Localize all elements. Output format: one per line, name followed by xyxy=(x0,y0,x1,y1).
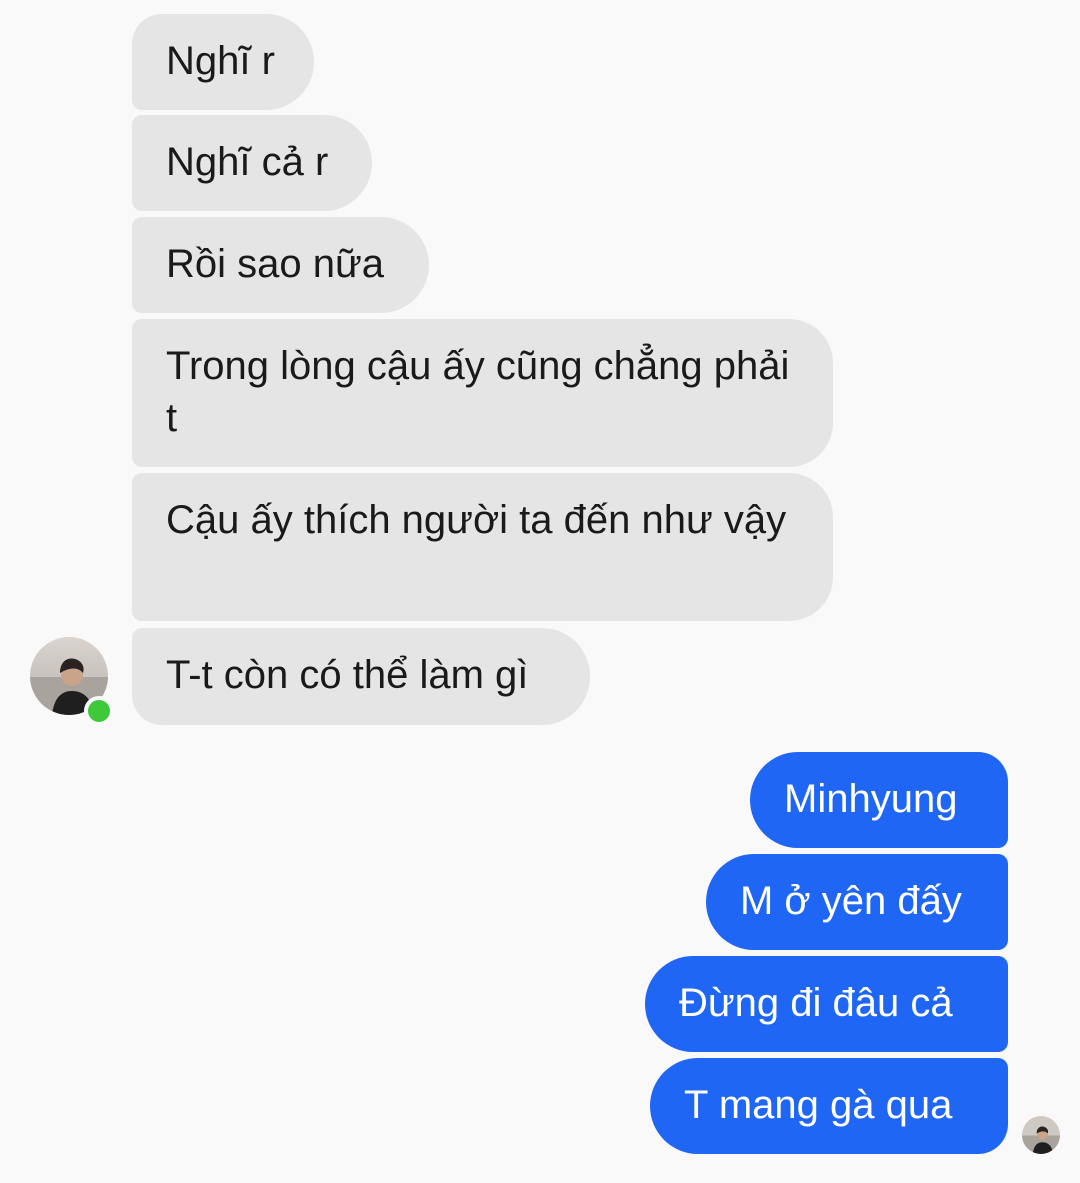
message-text: M ở yên đấy xyxy=(740,879,962,923)
message-text: Rồi sao nữa xyxy=(166,242,385,286)
received-message[interactable]: Trong lòng cậu ấy cũng chẳng phải t xyxy=(132,319,833,467)
sent-message[interactable]: Đừng đi đâu cả xyxy=(645,956,1008,1052)
message-text: Minhyung xyxy=(784,777,958,821)
message-text: Trong lòng cậu ấy cũng chẳng phải t xyxy=(166,344,790,440)
message-text: T mang gà qua xyxy=(684,1083,953,1127)
message-text: Đừng đi đâu cả xyxy=(679,981,953,1025)
message-text: Nghĩ cả r xyxy=(166,140,329,184)
message-text: Nghĩ r xyxy=(166,39,275,83)
message-text: Cậu ấy thích người ta đến như vậy xyxy=(166,498,787,542)
sent-message[interactable]: M ở yên đấy xyxy=(706,854,1008,950)
received-message[interactable]: T-t còn có thể làm gì xyxy=(132,628,590,725)
online-status-dot xyxy=(84,696,114,726)
received-message[interactable]: Nghĩ r xyxy=(132,14,314,110)
received-message[interactable]: Cậu ấy thích người ta đến như vậy xyxy=(132,473,833,621)
read-receipt-avatar xyxy=(1022,1116,1060,1154)
person-photo-icon xyxy=(1022,1116,1060,1154)
sent-message[interactable]: Minhyung xyxy=(750,752,1008,848)
message-text: T-t còn có thể làm gì xyxy=(166,653,529,697)
received-message[interactable]: Nghĩ cả r xyxy=(132,115,372,211)
sent-message[interactable]: T mang gà qua xyxy=(650,1058,1008,1154)
received-message[interactable]: Rồi sao nữa xyxy=(132,217,429,313)
